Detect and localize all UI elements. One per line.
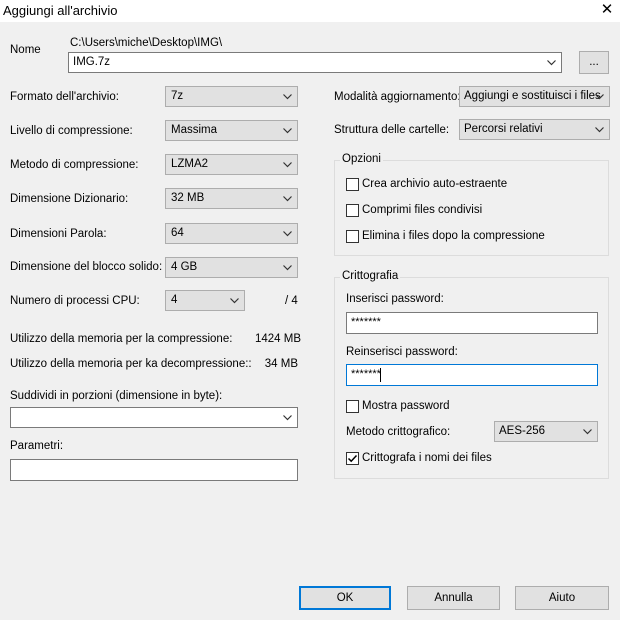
chevron-down-icon [283,162,292,168]
password-input[interactable]: ******* [346,312,598,334]
mem-compress-value: 1424 MB [255,333,302,345]
archive-path: C:\Users\miche\Desktop\IMG\ [70,37,223,49]
mem-compress-label: Utilizzo della memoria per la compressio… [10,333,233,345]
solid-select[interactable]: 4 GB [165,257,298,278]
split-label: Suddividi in porzioni (dimensione in byt… [10,390,223,402]
sfx-label[interactable]: Crea archivio auto-estraente [362,178,507,190]
encryption-method-select[interactable]: AES-256 [494,421,598,442]
format-select[interactable]: 7z [165,86,298,107]
encrypt-names-checkbox[interactable] [346,452,359,465]
encrypt-names-label[interactable]: Crittografa i nomi dei files [362,452,492,464]
chevron-down-icon [283,415,292,421]
close-icon[interactable]: ✕ [598,0,616,20]
chevron-down-icon [283,231,292,237]
encryption-method-label: Metodo crittografico: [346,426,451,438]
chevron-down-icon [547,60,556,66]
update-mode-value: Aggiungi e sostituisci i files [464,90,601,102]
ok-button[interactable]: OK [299,586,391,610]
text-caret [380,368,381,382]
name-label: Nome [10,44,41,56]
password-value: ******* [351,316,381,328]
mem-decompress-label: Utilizzo della memoria per ka decompress… [10,358,252,370]
word-label: Dimensioni Parola: [10,228,107,240]
shared-checkbox[interactable] [346,204,359,217]
mem-decompress-value: 34 MB [264,358,298,370]
reenter-password-value: ******* [351,368,381,380]
show-password-label[interactable]: Mostra password [362,400,450,412]
method-select[interactable]: LZMA2 [165,154,298,175]
params-label: Parametri: [10,440,64,452]
method-label: Metodo di compressione: [10,159,139,171]
split-combo[interactable] [10,407,298,428]
update-mode-select[interactable]: Aggiungi e sostituisci i files [459,86,610,107]
help-button[interactable]: Aiuto [515,586,609,610]
solid-label: Dimensione del blocco solido: [10,261,163,273]
browse-button[interactable]: ... [579,51,609,74]
word-select[interactable]: 64 [165,223,298,244]
method-value: LZMA2 [171,158,209,170]
chevron-down-icon [283,128,292,134]
level-value: Massima [171,124,218,136]
shared-label[interactable]: Comprimi files condivisi [362,204,482,216]
path-mode-value: Percorsi relativi [464,123,543,135]
encryption-group-title: Crittografia [340,270,401,282]
chevron-down-icon [583,429,592,435]
show-password-checkbox[interactable] [346,400,359,413]
delete-checkbox[interactable] [346,230,359,243]
dictionary-select[interactable]: 32 MB [165,188,298,209]
archive-name-combo[interactable]: IMG.7z [68,52,562,73]
reenter-password-input[interactable]: ******* [346,364,598,386]
level-select[interactable]: Massima [165,120,298,141]
dictionary-value: 32 MB [171,192,205,204]
cancel-button[interactable]: Annulla [407,586,500,610]
level-label: Livello di compressione: [10,125,133,137]
chevron-down-icon [283,196,292,202]
params-input[interactable] [10,459,298,481]
window-title: Aggiungi all'archivio [3,3,118,18]
threads-label: Numero di processi CPU: [10,295,140,307]
solid-value: 4 GB [171,261,198,273]
chevron-down-icon [283,265,292,271]
format-label: Formato dell'archivio: [10,91,119,103]
password-label: Inserisci password: [346,293,444,305]
threads-value: 4 [171,294,178,306]
dictionary-label: Dimensione Dizionario: [10,193,129,205]
chevron-down-icon [283,94,292,100]
archive-name-value: IMG.7z [73,56,111,68]
path-mode-select[interactable]: Percorsi relativi [459,119,610,140]
chevron-down-icon [595,94,604,100]
sfx-checkbox[interactable] [346,178,359,191]
threads-max: / 4 [285,295,298,307]
word-value: 64 [171,227,184,239]
threads-select[interactable]: 4 [165,290,245,311]
chevron-down-icon [595,127,604,133]
update-mode-label: Modalità aggiornamento: [334,91,461,103]
delete-label[interactable]: Elimina i files dopo la compressione [362,230,545,242]
chevron-down-icon [230,298,239,304]
path-mode-label: Struttura delle cartelle: [334,124,450,136]
encryption-method-value: AES-256 [499,425,546,437]
options-group-title: Opzioni [340,153,383,165]
format-value: 7z [171,90,184,102]
checkmark-icon [347,454,358,463]
reenter-password-label: Reinserisci password: [346,346,458,358]
